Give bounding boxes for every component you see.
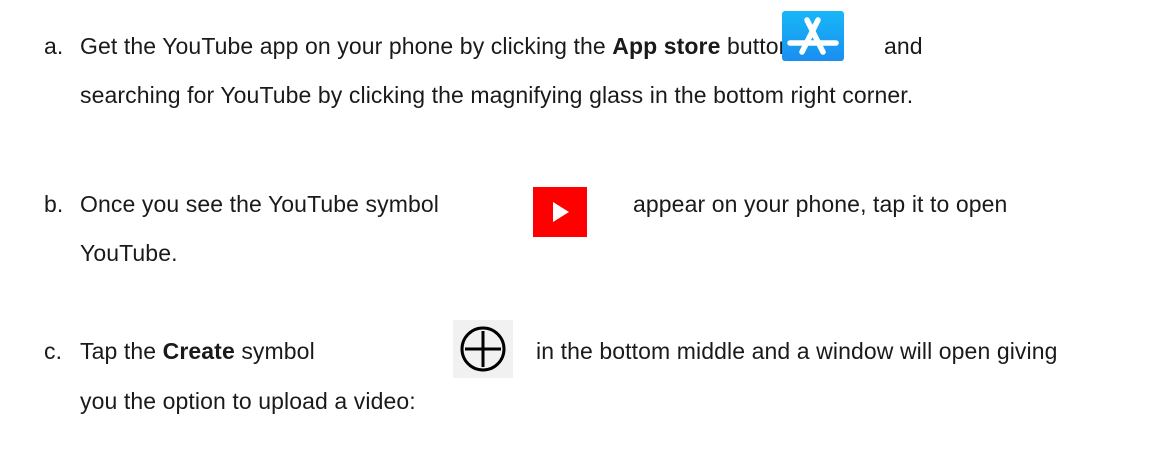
step-a-text-2: searching for YouTube by clicking the ma…	[80, 82, 914, 108]
step-a-marker: a.	[44, 33, 64, 59]
youtube-play-icon	[533, 187, 587, 237]
step-b-text-2: YouTube.	[80, 240, 178, 266]
step-a-line-1: a.	[44, 31, 63, 61]
step-b-text-1-after: appear on your phone, tap it to open	[633, 191, 1008, 217]
step-b-marker: b.	[44, 191, 64, 217]
step-b: b. Once you see the YouTube symbol appea…	[44, 170, 1142, 290]
step-c-text-1-after: in the bottom middle and a window will o…	[536, 338, 1058, 364]
step-a-text-1: Get the YouTube app on your phone by cli…	[80, 33, 792, 59]
app-store-label: App store	[612, 33, 721, 59]
step-c: c. Tap the Create symbol in the bottom m…	[44, 320, 1142, 450]
create-label: Create	[162, 338, 235, 364]
create-plus-icon	[453, 320, 513, 378]
step-c-marker: c.	[44, 338, 63, 364]
step-c-text-2: you the option to upload a video:	[80, 388, 416, 414]
step-c-text-1: Tap the Create symbol	[80, 338, 315, 364]
step-a: a. Get the YouTube app on your phone by …	[44, 0, 1142, 120]
step-b-text-1: Once you see the YouTube symbol	[80, 191, 439, 217]
app-store-icon	[782, 11, 844, 61]
step-a-text-1-after: and	[884, 33, 923, 59]
